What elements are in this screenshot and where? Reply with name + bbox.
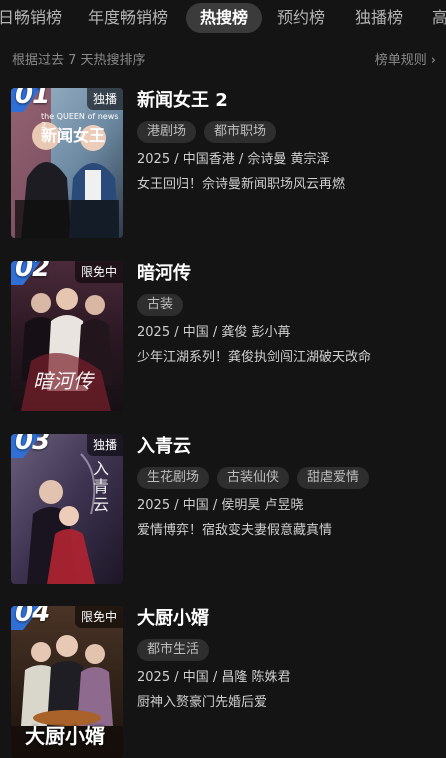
tab-daily-bestseller[interactable]: 日畅销榜 bbox=[0, 3, 62, 33]
item-description: 爱情博弈！宿敌变夫妻假意藏真情 bbox=[137, 523, 333, 538]
poster-title: 暗河传 bbox=[33, 369, 93, 393]
list-item[interactable]: 暗河传 02 限免中 暗河传 古装 2025 / 中国 / 龚俊 彭小苒 少年江… bbox=[0, 261, 446, 411]
tag[interactable]: 都市职场 bbox=[204, 121, 277, 143]
tag[interactable]: 甜虐爱情 bbox=[297, 467, 370, 489]
poster[interactable]: the QUEEN of news 2 新闻女王 01 独播 bbox=[11, 88, 123, 238]
tag[interactable]: 港剧场 bbox=[137, 121, 197, 143]
rank-tabs: 日畅销榜 年度畅销榜 热搜榜 预约榜 独播榜 高 bbox=[0, 0, 446, 36]
tag-list: 港剧场 都市职场 bbox=[137, 120, 284, 143]
tab-exclusive[interactable]: 独播榜 bbox=[355, 3, 403, 33]
item-meta: 2025 / 中国 / 昌隆 陈姝君 bbox=[137, 670, 291, 685]
list-item[interactable]: the QUEEN of news 2 新闻女王 01 独播 新闻女王 2 港剧… bbox=[0, 88, 446, 238]
poster-title: 新闻女王 bbox=[41, 126, 106, 145]
item-title[interactable]: 新闻女王 2 bbox=[137, 88, 228, 114]
item-title[interactable]: 暗河传 bbox=[137, 261, 191, 287]
status-badge: 独播 bbox=[86, 434, 123, 456]
item-description: 女王回归！佘诗曼新闻职场风云再燃 bbox=[137, 177, 346, 192]
poster[interactable]: 大厨小婿 04 限免中 bbox=[11, 606, 123, 758]
tag[interactable]: 生花剧场 bbox=[137, 467, 210, 489]
status-badge: 限免中 bbox=[74, 261, 123, 283]
status-badge: 限免中 bbox=[74, 606, 123, 628]
item-description: 厨神入赘豪门先婚后爱 bbox=[137, 695, 268, 710]
item-meta: 2025 / 中国 / 侯明昊 卢昱晓 bbox=[137, 498, 304, 513]
rank-number: 03 bbox=[15, 434, 50, 456]
status-badge: 独播 bbox=[86, 88, 123, 110]
tag[interactable]: 古装 bbox=[137, 294, 184, 316]
poster-title: 大厨小婿 bbox=[25, 724, 105, 748]
list-subheader: 根据过去 7 天热搜排序 榜单规则 › bbox=[0, 50, 446, 72]
tag[interactable]: 都市生活 bbox=[137, 639, 210, 661]
poster[interactable]: 暗河传 02 限免中 bbox=[11, 261, 123, 411]
item-meta: 2025 / 中国香港 / 佘诗曼 黄宗泽 bbox=[137, 152, 330, 167]
rank-number: 02 bbox=[15, 261, 50, 283]
poster[interactable]: 入青云 03 独播 bbox=[11, 434, 123, 584]
list-item[interactable]: 大厨小婿 04 限免中 大厨小婿 都市生活 2025 / 中国 / 昌隆 陈姝君… bbox=[0, 606, 446, 758]
rules-label: 榜单规则 bbox=[374, 53, 427, 68]
rank-number: 01 bbox=[15, 88, 50, 110]
tag[interactable]: 古装仙侠 bbox=[217, 467, 290, 489]
tab-reservation[interactable]: 预约榜 bbox=[277, 3, 325, 33]
poster-title: 入青云 bbox=[93, 459, 110, 514]
rules-link[interactable]: 榜单规则 › bbox=[375, 50, 436, 72]
tag-list: 都市生活 bbox=[137, 638, 217, 661]
tab-annual-bestseller[interactable]: 年度畅销榜 bbox=[88, 3, 168, 33]
tab-more[interactable]: 高 bbox=[432, 3, 446, 33]
item-meta: 2025 / 中国 / 龚俊 彭小苒 bbox=[137, 325, 291, 340]
tag-list: 生花剧场 古装仙侠 甜虐爱情 bbox=[137, 466, 377, 489]
rank-number: 04 bbox=[15, 606, 50, 628]
chevron-right-icon: › bbox=[430, 53, 436, 68]
item-description: 少年江湖系列！龚俊执剑闯江湖破天改命 bbox=[137, 350, 372, 365]
item-title[interactable]: 入青云 bbox=[137, 434, 191, 460]
sort-note: 根据过去 7 天热搜排序 bbox=[12, 53, 146, 68]
list-item[interactable]: 入青云 03 独播 入青云 生花剧场 古装仙侠 甜虐爱情 2025 / 中国 / 侯… bbox=[0, 434, 446, 584]
item-title[interactable]: 大厨小婿 bbox=[137, 606, 209, 632]
tag-list: 古装 bbox=[137, 293, 191, 316]
tab-hot-search[interactable]: 热搜榜 bbox=[186, 3, 262, 33]
